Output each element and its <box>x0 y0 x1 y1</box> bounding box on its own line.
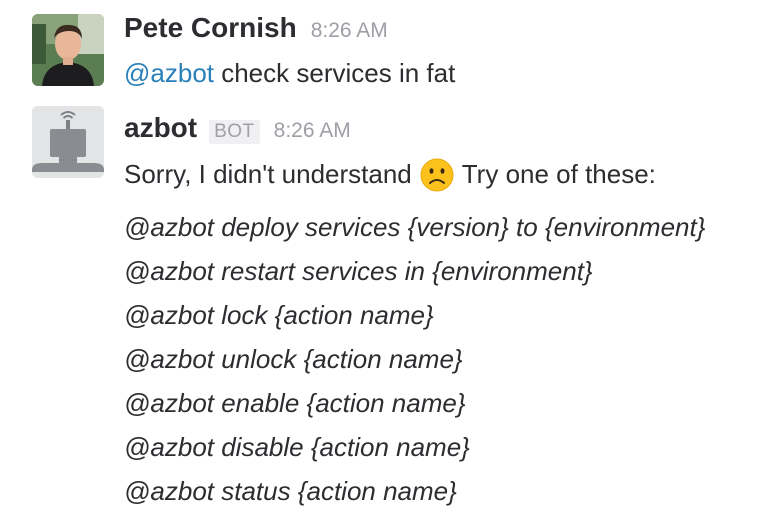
message-meta: Pete Cornish 8:26 AM <box>124 12 778 52</box>
username[interactable]: Pete Cornish <box>124 12 297 44</box>
command-suggestion: @azbot deploy services {version} to {env… <box>124 212 706 242</box>
message-body: azbot BOT 8:26 AM Sorry, I didn't unders… <box>124 112 778 513</box>
intro-text: Sorry, I didn't understand <box>124 159 412 189</box>
command-suggestion: @azbot restart services in {environment} <box>124 256 593 286</box>
timestamp[interactable]: 8:26 AM <box>274 119 351 143</box>
avatar[interactable] <box>32 14 104 86</box>
command-suggestion: @azbot unlock {action name} <box>124 344 463 374</box>
robot-icon <box>32 106 104 178</box>
message-azbot: azbot BOT 8:26 AM Sorry, I didn't unders… <box>0 100 778 506</box>
timestamp[interactable]: 8:26 AM <box>311 19 388 43</box>
message-body: Pete Cornish 8:26 AM @azbot check servic… <box>124 12 778 94</box>
command-suggestion: @azbot status {action name} <box>124 476 457 506</box>
message-text: @azbot check services in fat <box>124 52 778 94</box>
bot-badge: BOT <box>209 120 260 144</box>
slightly-frowning-face-icon <box>420 158 454 205</box>
message-text-content: check services in fat <box>214 58 456 88</box>
bot-reply-intro: Sorry, I didn't understand Try one of the… <box>124 152 778 205</box>
bot-avatar[interactable] <box>32 106 104 178</box>
command-suggestion: @azbot disable {action name} <box>124 432 470 462</box>
username[interactable]: azbot <box>124 112 197 144</box>
command-suggestion: @azbot enable {action name} <box>124 388 466 418</box>
command-suggestion: @azbot lock {action name} <box>124 300 434 330</box>
mention-link[interactable]: @azbot <box>124 58 214 88</box>
message-pete-cornish: Pete Cornish 8:26 AM @azbot check servic… <box>0 0 778 100</box>
message-meta: azbot BOT 8:26 AM <box>124 112 778 152</box>
user-photo-avatar <box>32 14 104 86</box>
intro-suffix-text: Try one of these: <box>461 159 656 189</box>
